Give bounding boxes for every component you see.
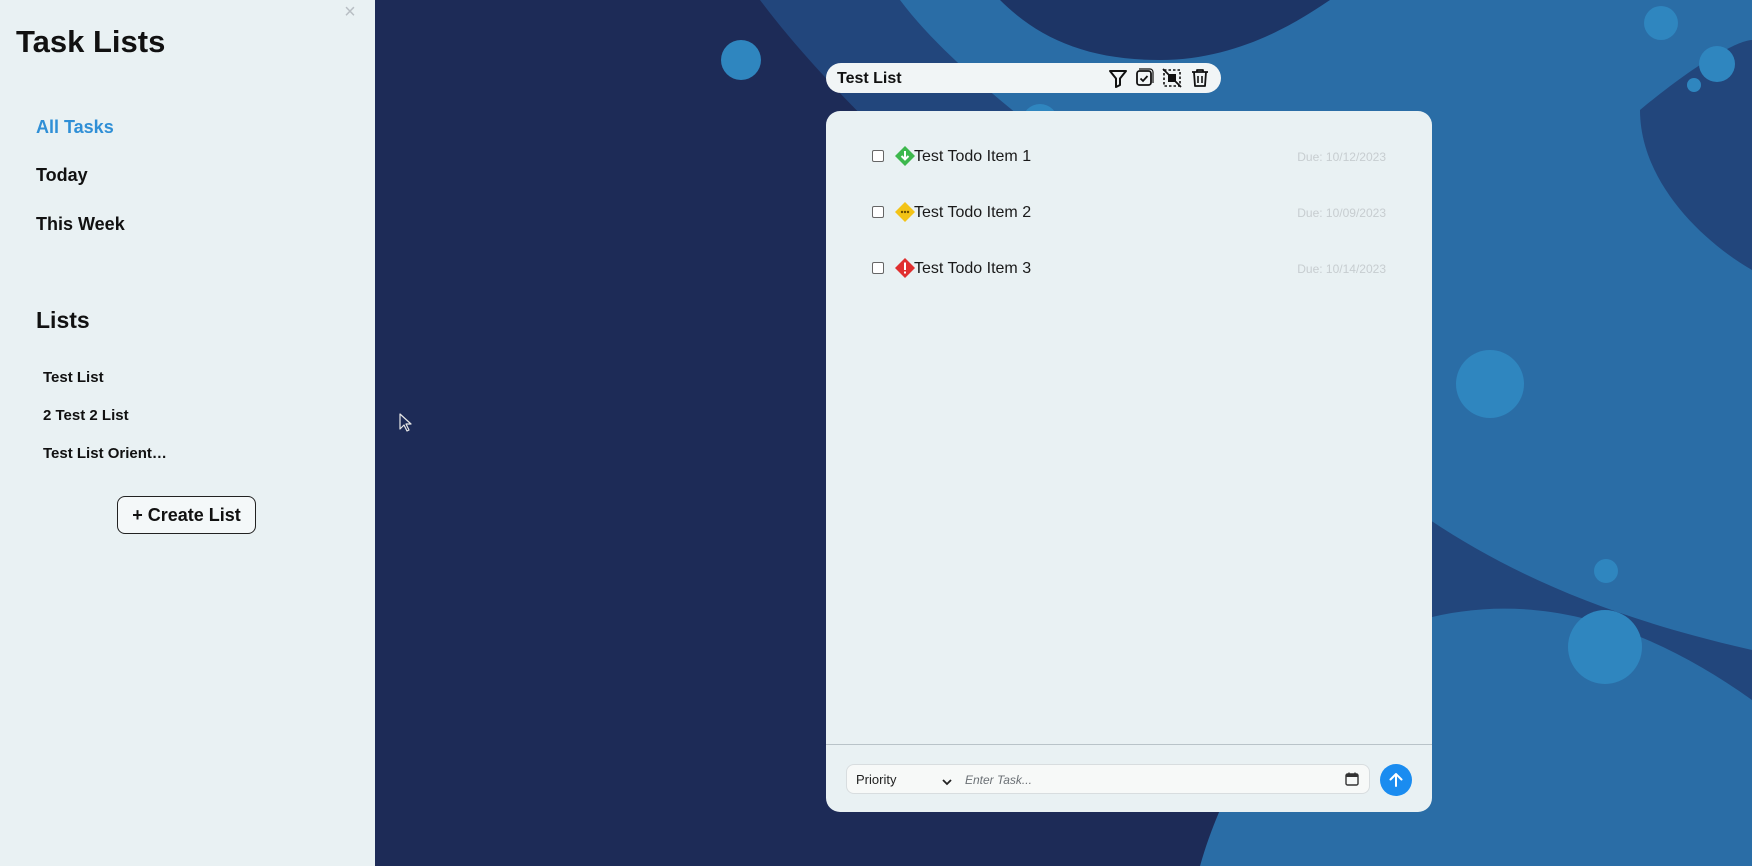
chevron-down-icon[interactable] xyxy=(941,774,953,786)
todo-due-date: Due: 10/12/2023 xyxy=(1297,150,1386,164)
list-title: Test List xyxy=(837,70,902,87)
new-task-bar: Priority xyxy=(846,764,1370,794)
arrow-up-icon xyxy=(1389,773,1403,787)
todo-checkbox[interactable] xyxy=(872,206,884,218)
todo-due-date: Due: 10/09/2023 xyxy=(1297,206,1386,220)
trash-icon[interactable] xyxy=(1188,66,1212,90)
calendar-icon[interactable] xyxy=(1344,771,1360,787)
lists-heading: Lists xyxy=(36,307,90,333)
todo-item: Test Todo Item 2 Due: 10/09/2023 xyxy=(866,198,1386,226)
todo-checkbox[interactable] xyxy=(872,262,884,274)
priority-medium-icon xyxy=(894,201,916,223)
create-list-button[interactable]: + Create List xyxy=(117,496,256,534)
nav-item-all-tasks[interactable]: All Tasks xyxy=(36,117,114,138)
todo-name: Test Todo Item 2 xyxy=(914,204,1032,221)
todo-checkbox[interactable] xyxy=(872,150,884,162)
close-sidebar-icon[interactable]: × xyxy=(340,2,360,22)
todo-item: Test Todo Item 3 Due: 10/14/2023 xyxy=(866,254,1386,282)
list-item-test-list[interactable]: Test List xyxy=(43,369,193,386)
todo-item: Test Todo Item 1 Due: 10/12/2023 xyxy=(866,142,1386,170)
task-card: Test Todo Item 1 Due: 10/12/2023 Test To… xyxy=(826,111,1432,812)
todo-due-date: Due: 10/14/2023 xyxy=(1297,262,1386,276)
deselect-icon[interactable] xyxy=(1160,66,1184,90)
add-task-button[interactable] xyxy=(1380,764,1412,796)
priority-select[interactable]: Priority xyxy=(856,772,896,787)
todo-name: Test Todo Item 1 xyxy=(914,148,1032,165)
nav-item-this-week[interactable]: This Week xyxy=(36,214,125,235)
task-input[interactable] xyxy=(963,768,1327,792)
todo-name: Test Todo Item 3 xyxy=(914,260,1032,277)
filter-icon[interactable] xyxy=(1106,66,1130,90)
sidebar-title: Task Lists xyxy=(16,24,166,59)
priority-high-icon xyxy=(894,257,916,279)
check-square-icon[interactable] xyxy=(1132,66,1156,90)
priority-low-icon xyxy=(894,145,916,167)
mouse-cursor-icon xyxy=(399,413,412,432)
sidebar: × Task Lists All Tasks Today This Week L… xyxy=(0,0,375,866)
divider xyxy=(826,744,1432,745)
list-header: Test List xyxy=(826,63,1221,93)
list-item-test-list-orient[interactable]: Test List Orient… xyxy=(43,445,193,462)
nav-item-today[interactable]: Today xyxy=(36,165,88,186)
list-item-2-test-2-list[interactable]: 2 Test 2 List xyxy=(43,407,193,424)
